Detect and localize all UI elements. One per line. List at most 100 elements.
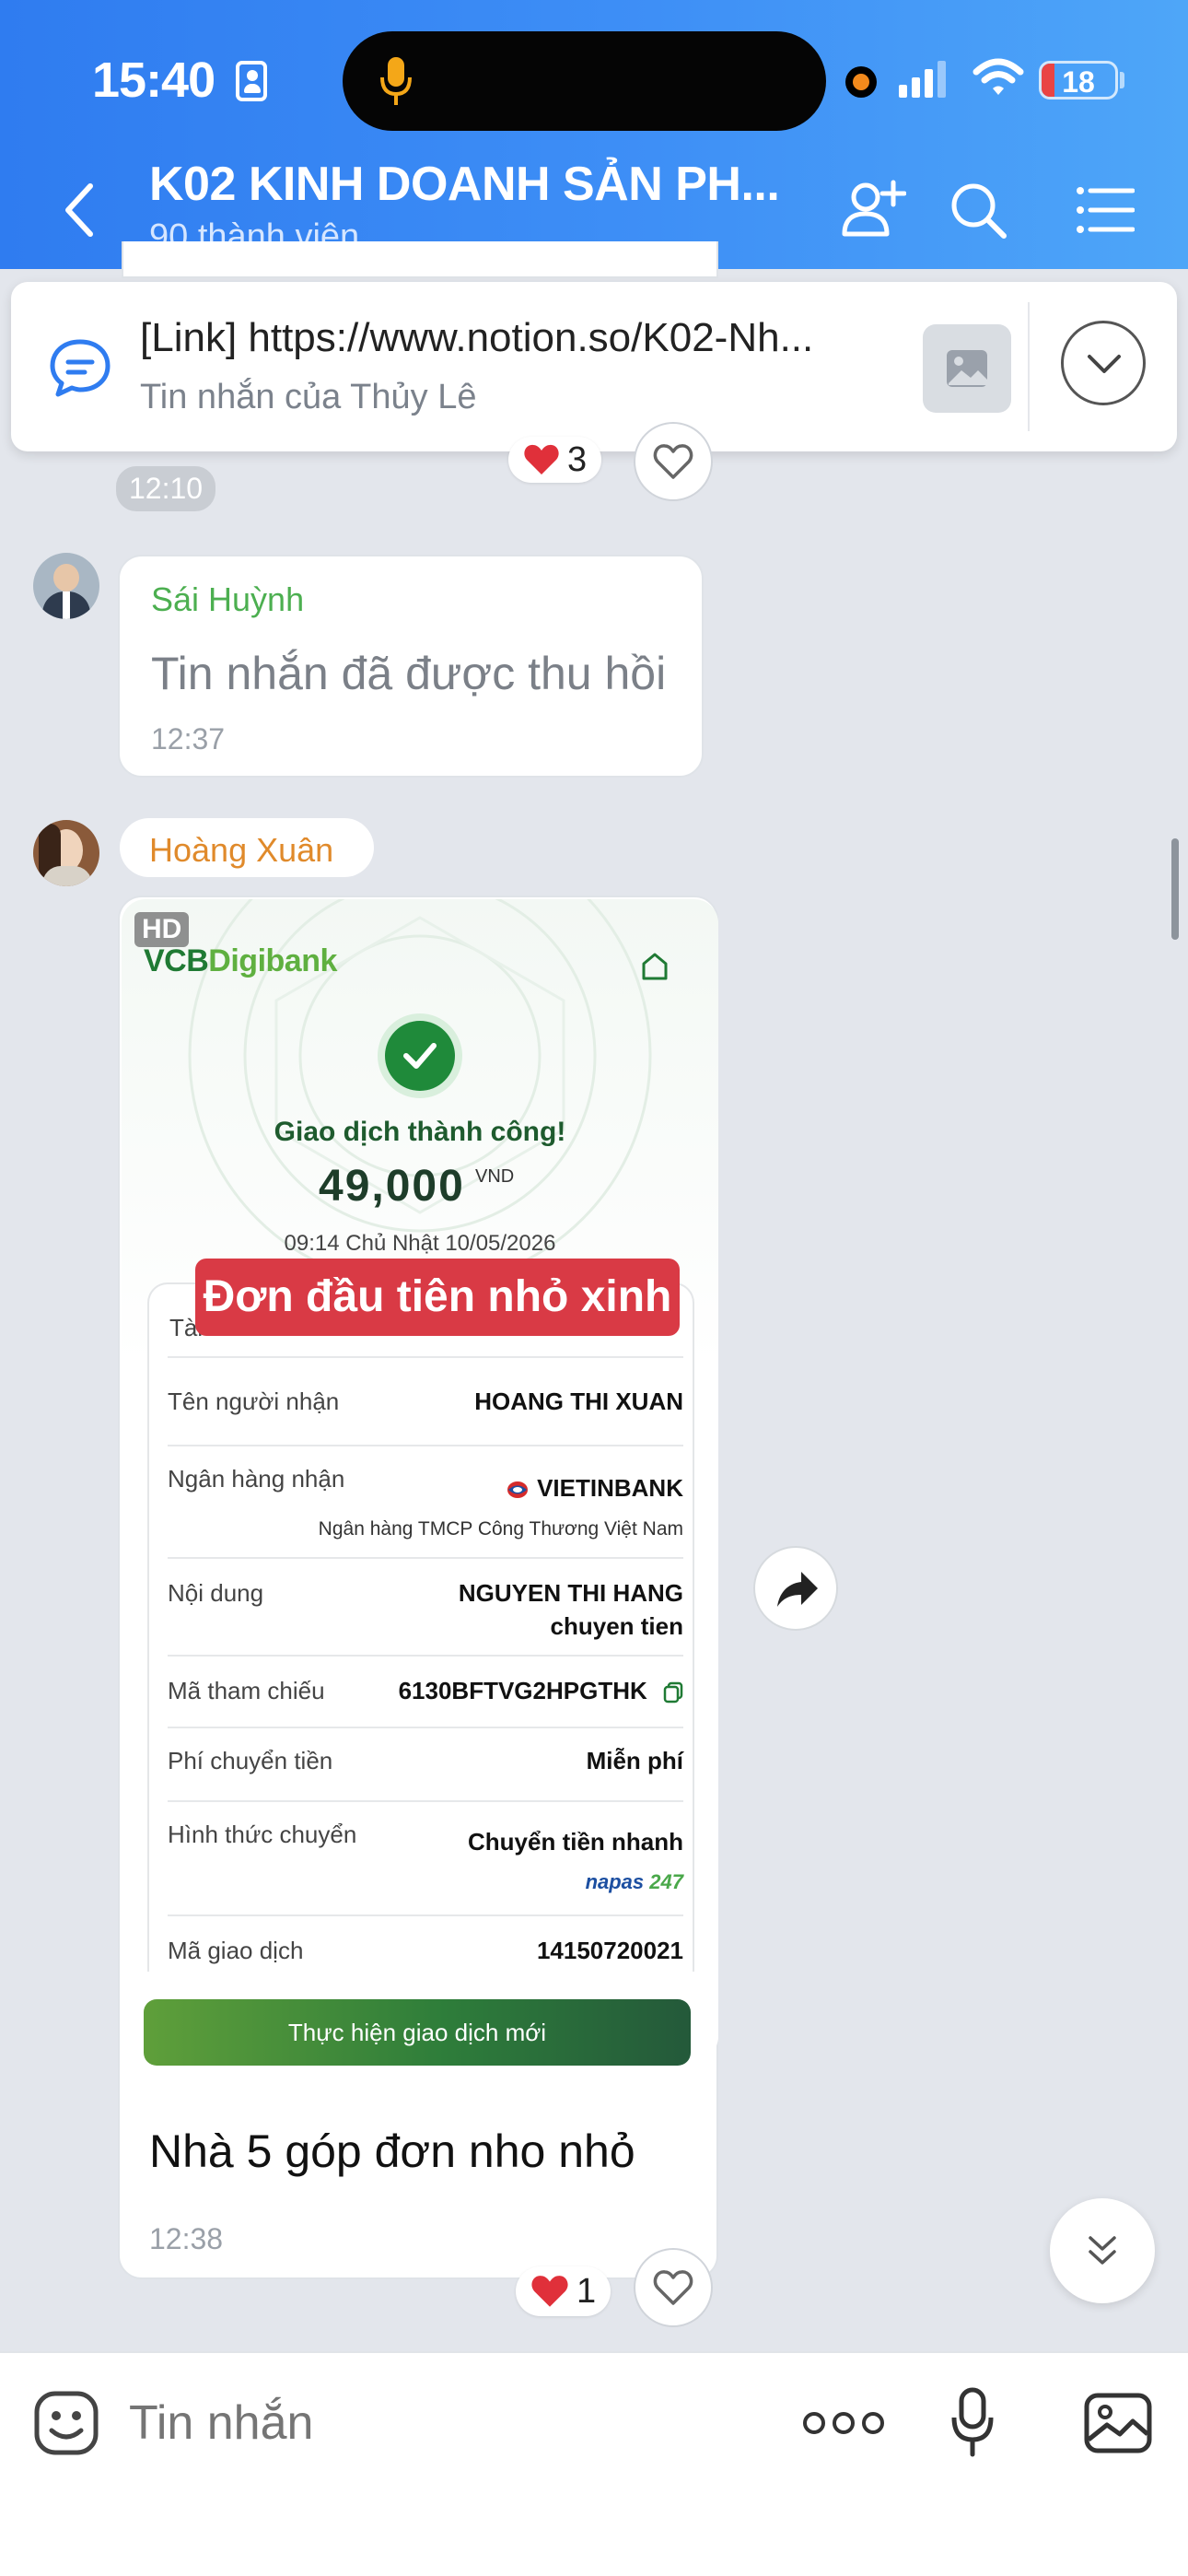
message-text: Tin nhắn đã được thu hồi (151, 648, 667, 699)
row-value-2: chuyen tien (550, 1612, 683, 1640)
row-label: Nội dung (168, 1579, 264, 1607)
status-time: 15:40 (92, 53, 215, 108)
row-reference: Mã tham chiếu 6130BFTVG2HPGTHK (168, 1677, 683, 1710)
message-input-bar (0, 2351, 1188, 2576)
napas-logo: napas 247 (586, 1870, 683, 1894)
image-thumbnail[interactable] (923, 324, 1011, 413)
forward-icon (777, 1572, 818, 1607)
row-method: Hình thức chuyển Chuyển tiền nhanh napas… (168, 1821, 683, 1894)
heart-outline-icon (653, 2270, 693, 2305)
napas-247: 247 (649, 1870, 683, 1893)
divider (168, 1445, 683, 1446)
row-value: 14150720021 (536, 1937, 683, 1964)
overlay-caption: Đơn đầu tiên nhỏ xinh (195, 1259, 680, 1336)
chat-bubble-icon (50, 339, 111, 397)
wifi-icon (973, 58, 1024, 95)
double-chevron-down-icon (1089, 2236, 1116, 2265)
success-check-icon (385, 1021, 455, 1091)
receipt-image[interactable]: HD VCBDigibank Giao dịch thành công! 49,… (122, 899, 718, 2060)
row-value: NGUYEN THI HANG (458, 1579, 683, 1607)
row-label: Tên người nhận (168, 1388, 340, 1415)
chevron-down-icon (1088, 355, 1121, 373)
sender-name-pill[interactable]: Hoàng Xuân (120, 818, 374, 877)
row-label: Mã tham chiếu (168, 1677, 325, 1704)
expand-pinned-button[interactable] (1061, 321, 1146, 405)
back-chevron-icon[interactable] (61, 181, 98, 240)
row-content: Nội dung NGUYEN THI HANG chuyen tien (168, 1568, 683, 1642)
gallery-icon[interactable] (1083, 2392, 1153, 2454)
row-fee: Phí chuyển tiền Miễn phí (168, 1747, 683, 1780)
digibank-brand: Digibank (208, 943, 337, 978)
emoji-icon[interactable] (33, 2390, 99, 2456)
microphone-icon[interactable] (950, 2386, 995, 2460)
message-time: 12:37 (151, 722, 226, 755)
signal-icon (899, 61, 946, 98)
row-label: Mã giao dịch (168, 1937, 304, 1964)
recalled-message-bubble[interactable]: Sái Huỳnh Tin nhắn đã được thu hồi 12:37 (118, 555, 704, 778)
row-value: Chuyển tiền nhanh (468, 1828, 683, 1856)
scroll-to-bottom-button[interactable] (1050, 2198, 1155, 2303)
menu-list-icon[interactable] (1076, 186, 1135, 234)
tx-currency: VND (475, 1166, 515, 1187)
vcb-brand: VCB (144, 943, 209, 978)
avatar-hoang-xuan[interactable] (33, 820, 99, 886)
sender-name[interactable]: Sái Huỳnh (151, 580, 304, 619)
like-button[interactable] (634, 2248, 713, 2327)
previous-message-bubble[interactable] (122, 241, 718, 278)
row-label: Ngân hàng nhận (168, 1465, 345, 1493)
home-icon (642, 953, 668, 980)
more-options-icon[interactable] (801, 2408, 886, 2438)
message-input[interactable] (129, 2388, 774, 2458)
divider (168, 1655, 683, 1657)
reaction-count: 1 (577, 2271, 597, 2311)
heart-outline-icon (653, 444, 693, 479)
row-txid: Mã giao dịch 14150720021 (168, 1937, 683, 1970)
divider (168, 1356, 683, 1358)
sender-name[interactable]: Hoàng Xuân (149, 831, 333, 870)
vietinbank-logo-icon (507, 1481, 529, 1499)
tx-datetime: 09:14 Chủ Nhật 10/05/2026 (284, 1231, 556, 1256)
hd-badge: HD (134, 912, 190, 947)
avatar-sai-huynh[interactable] (33, 553, 99, 619)
group-title[interactable]: K02 KINH DOANH SẢN PH... (149, 157, 780, 212)
divider (168, 1557, 683, 1559)
microphone-icon (380, 57, 412, 105)
row-label: Hình thức chuyển (168, 1821, 357, 1848)
person-badge-icon (236, 61, 267, 101)
battery-icon: 18 (1039, 61, 1118, 100)
bank-name: VIETINBANK (537, 1474, 683, 1502)
reference-code: 6130BFTVG2HPGTHK (398, 1677, 647, 1704)
scrollbar[interactable] (1171, 838, 1179, 940)
reaction-pill[interactable]: 3 (508, 437, 602, 483)
recording-dot-icon (845, 66, 877, 98)
napas-text: napas (585, 1870, 645, 1893)
reaction-pill[interactable]: 1 (516, 2266, 611, 2316)
message-time: 12:38 (149, 2222, 224, 2255)
search-icon[interactable] (949, 181, 1007, 240)
battery-percent: 18 (1062, 65, 1095, 99)
photo-caption: Nhà 5 góp đơn nho nhỏ (149, 2125, 635, 2177)
divider (168, 1914, 683, 1916)
row-value: 6130BFTVG2HPGTHK (399, 1677, 683, 1705)
row-recipient: Tên người nhận HOANG THI XUAN (168, 1388, 683, 1421)
dynamic-island (343, 31, 826, 131)
tx-amount: 49,000 (319, 1162, 465, 1211)
chat-header: 15:40 18 K02 KINH DOANH SẢN PH... 90 thà… (0, 0, 1188, 269)
copy-icon (663, 1681, 683, 1704)
row-value: HOANG THI XUAN (474, 1388, 683, 1415)
divider (168, 1800, 683, 1802)
row-bank: Ngân hàng nhận VIETINBANK Ngân hàng TMCP… (168, 1465, 683, 1548)
add-member-icon[interactable] (842, 179, 906, 240)
message-time: 12:10 (116, 466, 216, 511)
like-button[interactable] (634, 422, 713, 501)
row-value: Miễn phí (586, 1747, 683, 1774)
pinned-message[interactable]: [Link] https://www.notion.so/K02-Nh... T… (11, 282, 1177, 451)
row-value: VIETINBANK (506, 1474, 683, 1503)
share-button[interactable] (753, 1546, 838, 1631)
bank-full-name: Ngân hàng TMCP Công Thương Việt Nam (318, 1518, 683, 1540)
pinned-divider (1028, 302, 1030, 431)
tx-status: Giao dịch thành công! (274, 1117, 566, 1147)
pinned-text[interactable]: [Link] https://www.notion.so/K02-Nh... (140, 315, 813, 361)
pinned-author: Tin nhắn của Thủy Lê (140, 378, 477, 416)
divider (168, 1727, 683, 1728)
